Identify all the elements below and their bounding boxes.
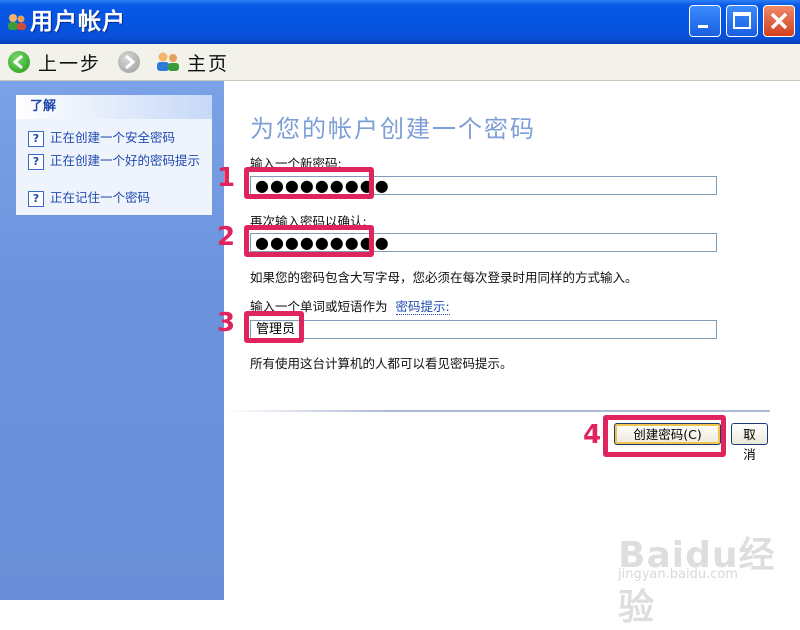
annotation-marker-1: 1 [217,163,236,193]
annotation-marker-3: 3 [217,308,236,338]
learn-link-label: 正在记住一个密码 [50,190,151,205]
minimize-button[interactable] [689,5,721,37]
home-users-icon [157,52,179,71]
annotation-marker-4: 4 [583,420,602,450]
close-icon [770,12,788,30]
hint-visibility-note: 所有使用这台计算机的人都可以看见密码提示。 [250,356,513,371]
maximize-button[interactable] [726,5,758,37]
back-arrow-icon [8,51,30,73]
maximize-icon [733,12,751,29]
title-bar: 用户帐户 [0,0,800,44]
user-accounts-icon [8,14,26,30]
learn-link-remember-password[interactable]: ? 正在记住一个密码 [28,190,150,207]
annotation-box-4 [603,415,726,457]
divider [224,410,770,412]
minimize-icon [698,25,708,28]
password-hint-field[interactable]: 管理员 [250,320,717,339]
forward-arrow-icon [118,51,140,73]
learn-link-secure-password[interactable]: ? 正在创建一个安全密码 [28,130,175,147]
page-title: 为您的帐户创建一个密码 [250,115,536,143]
learn-about-panel: 了解 ? 正在创建一个安全密码 ? 正在创建一个好的密码提示 ? 正在记住一个密… [16,95,212,215]
help-icon: ? [28,191,44,207]
navigation-toolbar: 上一步 主页 [0,44,800,81]
help-icon: ? [28,131,44,147]
learn-link-label: 正在创建一个好的密码提示 [50,153,201,168]
back-button[interactable]: 上一步 [8,48,101,76]
annotation-box-2 [244,225,374,257]
window-title: 用户帐户 [30,9,126,35]
home-label: 主页 [187,52,230,75]
password-hint-link[interactable]: 密码提示: [395,299,450,315]
cancel-button[interactable]: 取消 [731,423,768,462]
annotation-box-3 [244,311,304,343]
home-button[interactable]: 主页 [155,48,229,76]
forward-button[interactable] [118,48,140,76]
watermark-url: jingyan.baidu.com [618,567,738,582]
back-label: 上一步 [38,52,102,75]
learn-link-password-hint[interactable]: ? 正在创建一个好的密码提示 [28,153,204,170]
main-content: 为您的帐户创建一个密码 输入一个新密码: ●●●●●●●●● 再次输入密码以确认… [224,81,800,600]
close-button[interactable] [763,5,795,37]
case-sensitivity-note: 如果您的密码包含大写字母，您必须在每次登录时用同样的方式输入。 [250,270,638,285]
annotation-box-1 [244,167,374,199]
learn-link-label: 正在创建一个安全密码 [50,130,176,145]
help-icon: ? [28,154,44,170]
left-task-pane: 了解 ? 正在创建一个安全密码 ? 正在创建一个好的密码提示 ? 正在记住一个密… [0,81,224,600]
annotation-marker-2: 2 [217,222,236,252]
learn-about-header: 了解 [16,95,212,119]
